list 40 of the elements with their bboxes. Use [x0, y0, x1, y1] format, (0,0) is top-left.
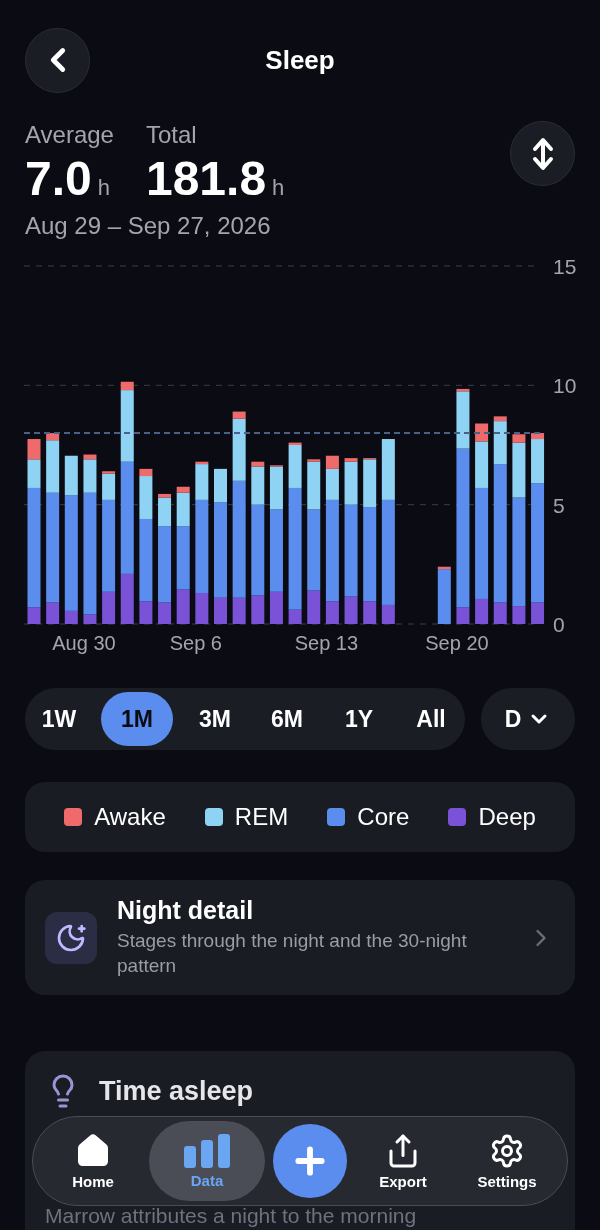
stat-value: 7.0 — [25, 151, 92, 206]
card-title: Time asleep — [99, 1075, 254, 1107]
settings-icon — [489, 1132, 525, 1169]
page-title: Sleep — [264, 44, 336, 76]
legend-label: Core — [357, 803, 410, 831]
axis-label: 15 — [553, 255, 577, 278]
nav-tab[interactable]: Export — [355, 1121, 451, 1201]
legend-label: Awake — [94, 803, 166, 831]
axis-label: Sep 6 — [169, 632, 222, 654]
range-tab[interactable]: All — [401, 692, 461, 746]
nav-tab[interactable]: Settings — [459, 1121, 555, 1201]
axis-label: Sep 13 — [294, 632, 359, 654]
axis-label: Aug 30 — [52, 632, 116, 654]
night-detail-card[interactable]: Night detail Stages through the night and the 30-night pattern — [25, 880, 575, 995]
range-tab[interactable]: 1M — [101, 692, 173, 746]
range-tab[interactable]: 6M — [257, 692, 317, 746]
nav-tab[interactable]: Home — [45, 1121, 141, 1201]
card-text: Marrow attributes a night to the morning — [45, 1205, 418, 1227]
stat-unit: h — [272, 175, 285, 201]
axis-label: Sep 20 — [425, 632, 489, 654]
stat-label: Average — [25, 121, 114, 149]
range-tab[interactable]: 1W — [29, 692, 89, 746]
range-tab[interactable]: 1Y — [329, 692, 389, 746]
card-subtitle: Stages through the night and the 30-night pattern — [117, 929, 468, 978]
axis-label: 5 — [553, 493, 565, 517]
date-range: Aug 29 – Sep 27, 2026 — [25, 212, 272, 240]
legend-label: Deep — [478, 803, 536, 831]
stat-unit: h — [97, 175, 110, 201]
bar-segment — [27, 439, 41, 460]
bar-chart-icon — [184, 1133, 230, 1168]
axis-label: 10 — [553, 374, 577, 398]
granularity-dropdown[interactable]: D — [481, 688, 575, 750]
home-icon — [75, 1132, 111, 1169]
up-down-arrows-icon — [530, 135, 555, 172]
range-tab[interactable]: 3M — [185, 692, 245, 746]
legend-label: REM — [234, 803, 289, 831]
card-title: Night detail — [117, 896, 255, 926]
axis-label: 0 — [553, 613, 565, 636]
stat-label: Total — [145, 121, 198, 149]
stat-value: 181.8 — [145, 151, 267, 206]
